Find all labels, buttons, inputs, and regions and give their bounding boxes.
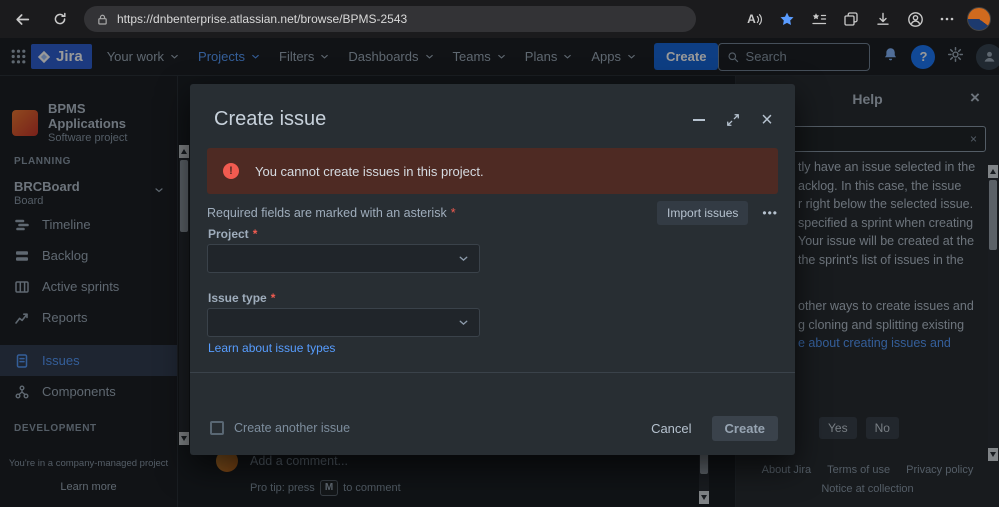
cancel-button[interactable]: Cancel [641,416,701,441]
error-message: You cannot create issues in this project… [255,163,484,179]
error-banner: ! You cannot create issues in this proje… [207,148,778,194]
collections-icon[interactable] [839,7,863,31]
project-select[interactable] [207,244,480,273]
required-asterisk: * [450,206,456,220]
minimize-icon[interactable] [689,110,709,130]
browser-profile-icon[interactable] [903,7,927,31]
browser-back-icon[interactable] [8,5,36,33]
downloads-icon[interactable] [871,7,895,31]
favorites-list-icon[interactable] [807,7,831,31]
browser-menu-icon[interactable] [935,7,959,31]
create-issue-modal: Create issue × ! You cannot create issue… [190,84,795,455]
url-text[interactable]: https://dnbenterprise.atlassian.net/brow… [117,12,407,26]
field-label-text: Issue type [208,291,267,305]
required-asterisk: * [270,291,276,305]
field-label-text: Project [208,227,249,241]
screen: https://dnbenterprise.atlassian.net/brow… [0,0,999,507]
project-field-label: Project * [208,227,257,241]
error-icon: ! [223,163,239,179]
browser-profile-avatar[interactable] [967,7,991,31]
modal-footer: Create another issue Cancel Create [210,415,778,441]
issue-type-select[interactable] [207,308,480,337]
expand-icon[interactable] [723,110,743,130]
required-note: Required fields are marked with an aster… [207,206,447,220]
modal-divider [190,372,795,373]
modal-more-icon[interactable]: ••• [762,206,778,220]
modal-window-controls: × [689,110,777,130]
import-issues-button[interactable]: Import issues [657,201,749,225]
chevron-down-icon [459,256,468,262]
favorite-star-icon[interactable] [775,7,799,31]
address-bar[interactable]: https://dnbenterprise.atlassian.net/brow… [84,6,696,32]
close-icon[interactable]: × [757,110,777,130]
issue-type-field-label: Issue type * [208,291,275,305]
required-asterisk: * [252,227,258,241]
browser-actions: A [743,7,991,31]
create-another-label: Create another issue [234,421,351,435]
site-lock-icon [98,14,107,25]
browser-refresh-icon[interactable] [46,5,74,33]
required-note-row: Required fields are marked with an aster… [207,201,778,225]
modal-create-button[interactable]: Create [711,415,778,441]
browser-toolbar: https://dnbenterprise.atlassian.net/brow… [0,0,999,38]
create-another-checkbox[interactable] [210,421,224,435]
chevron-down-icon [459,320,468,326]
read-aloud-icon[interactable]: A [743,7,767,31]
learn-issue-types-link[interactable]: Learn about issue types [208,341,335,355]
modal-title: Create issue [214,108,327,130]
